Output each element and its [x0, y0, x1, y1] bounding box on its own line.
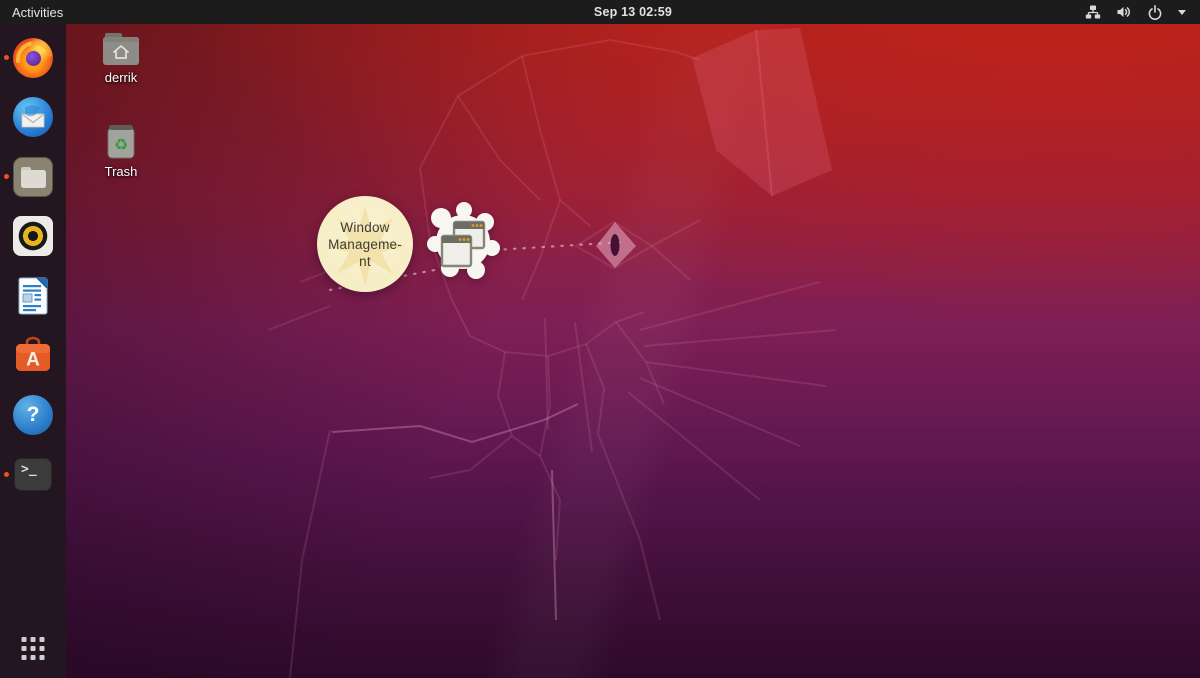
system-tray-button[interactable]: [1071, 0, 1200, 24]
terminal-icon: >_: [14, 457, 52, 491]
files-icon: [13, 156, 53, 197]
dock-item-ubuntu-software[interactable]: A: [0, 326, 66, 386]
rhythmbox-speaker-icon: [13, 216, 53, 257]
volume-icon: [1117, 7, 1130, 17]
dock-item-rhythmbox[interactable]: [0, 207, 66, 267]
question-mark-glyph: ?: [26, 402, 40, 426]
show-applications-button[interactable]: [21, 637, 45, 660]
grid-dot: [39, 646, 45, 651]
dock-item-terminal[interactable]: >_: [0, 445, 66, 505]
terminal-prompt-glyph: >_: [21, 461, 37, 477]
window-management-icon[interactable]: [426, 201, 502, 279]
recycle-icon: ♻: [114, 135, 128, 154]
tooltip-line: nt: [359, 253, 371, 269]
tooltip-line: Manageme-: [328, 236, 402, 252]
grid-dot: [39, 637, 45, 642]
running-indicator: [4, 174, 9, 180]
tooltip-text: Window Manageme- nt: [317, 196, 413, 292]
desktop-icon-home-folder[interactable]: derrik: [89, 32, 153, 85]
home-folder-icon: [103, 33, 139, 65]
dock-items: A ? >_: [0, 28, 66, 504]
power-icon: [1148, 5, 1162, 20]
desktop-surface[interactable]: [66, 24, 1200, 678]
trash-icon: ♻: [107, 125, 135, 159]
grid-dot: [30, 637, 36, 642]
firefox-icon: [13, 37, 53, 78]
icon-label: Trash: [104, 164, 138, 179]
grid-dot: [39, 655, 45, 660]
ubuntu-desktop: { "top_bar": { "activities_label": "Acti…: [0, 0, 1200, 678]
software-letter: A: [26, 350, 40, 371]
grid-dot: [21, 637, 27, 642]
grid-dot: [21, 646, 27, 651]
dock-item-help[interactable]: ?: [0, 385, 66, 445]
front-window-glyph: [440, 234, 473, 268]
dock-item-files[interactable]: [0, 147, 66, 207]
dock-item-thunderbird[interactable]: [0, 88, 66, 148]
ubuntu-software-icon: A: [13, 335, 53, 375]
running-indicator: [4, 471, 9, 477]
grid-dot: [21, 655, 27, 660]
dock-item-firefox[interactable]: [0, 28, 66, 88]
running-indicator: [4, 55, 9, 61]
envelope-icon: [21, 105, 45, 128]
wired-network-icon: [1085, 5, 1101, 19]
top-bar: Activities Sep 13 02:59: [0, 0, 1200, 24]
activities-button[interactable]: Activities: [0, 0, 75, 24]
tooltip-line: Window: [340, 219, 390, 235]
grid-dot: [30, 655, 36, 660]
dropdown-arrow-icon: [1178, 9, 1186, 15]
grid-dot: [30, 646, 36, 651]
dock: A ? >_: [0, 24, 66, 678]
window-management-tooltip: Window Manageme- nt: [317, 196, 413, 292]
desktop-icon-trash[interactable]: ♻ Trash: [89, 122, 153, 179]
clock-button[interactable]: Sep 13 02:59: [594, 0, 672, 24]
thunderbird-icon: [13, 97, 53, 138]
libreoffice-writer-icon: [13, 276, 53, 316]
icon-label: derrik: [104, 70, 138, 85]
dock-item-libreoffice-writer[interactable]: [0, 266, 66, 326]
help-icon: ?: [13, 394, 53, 435]
